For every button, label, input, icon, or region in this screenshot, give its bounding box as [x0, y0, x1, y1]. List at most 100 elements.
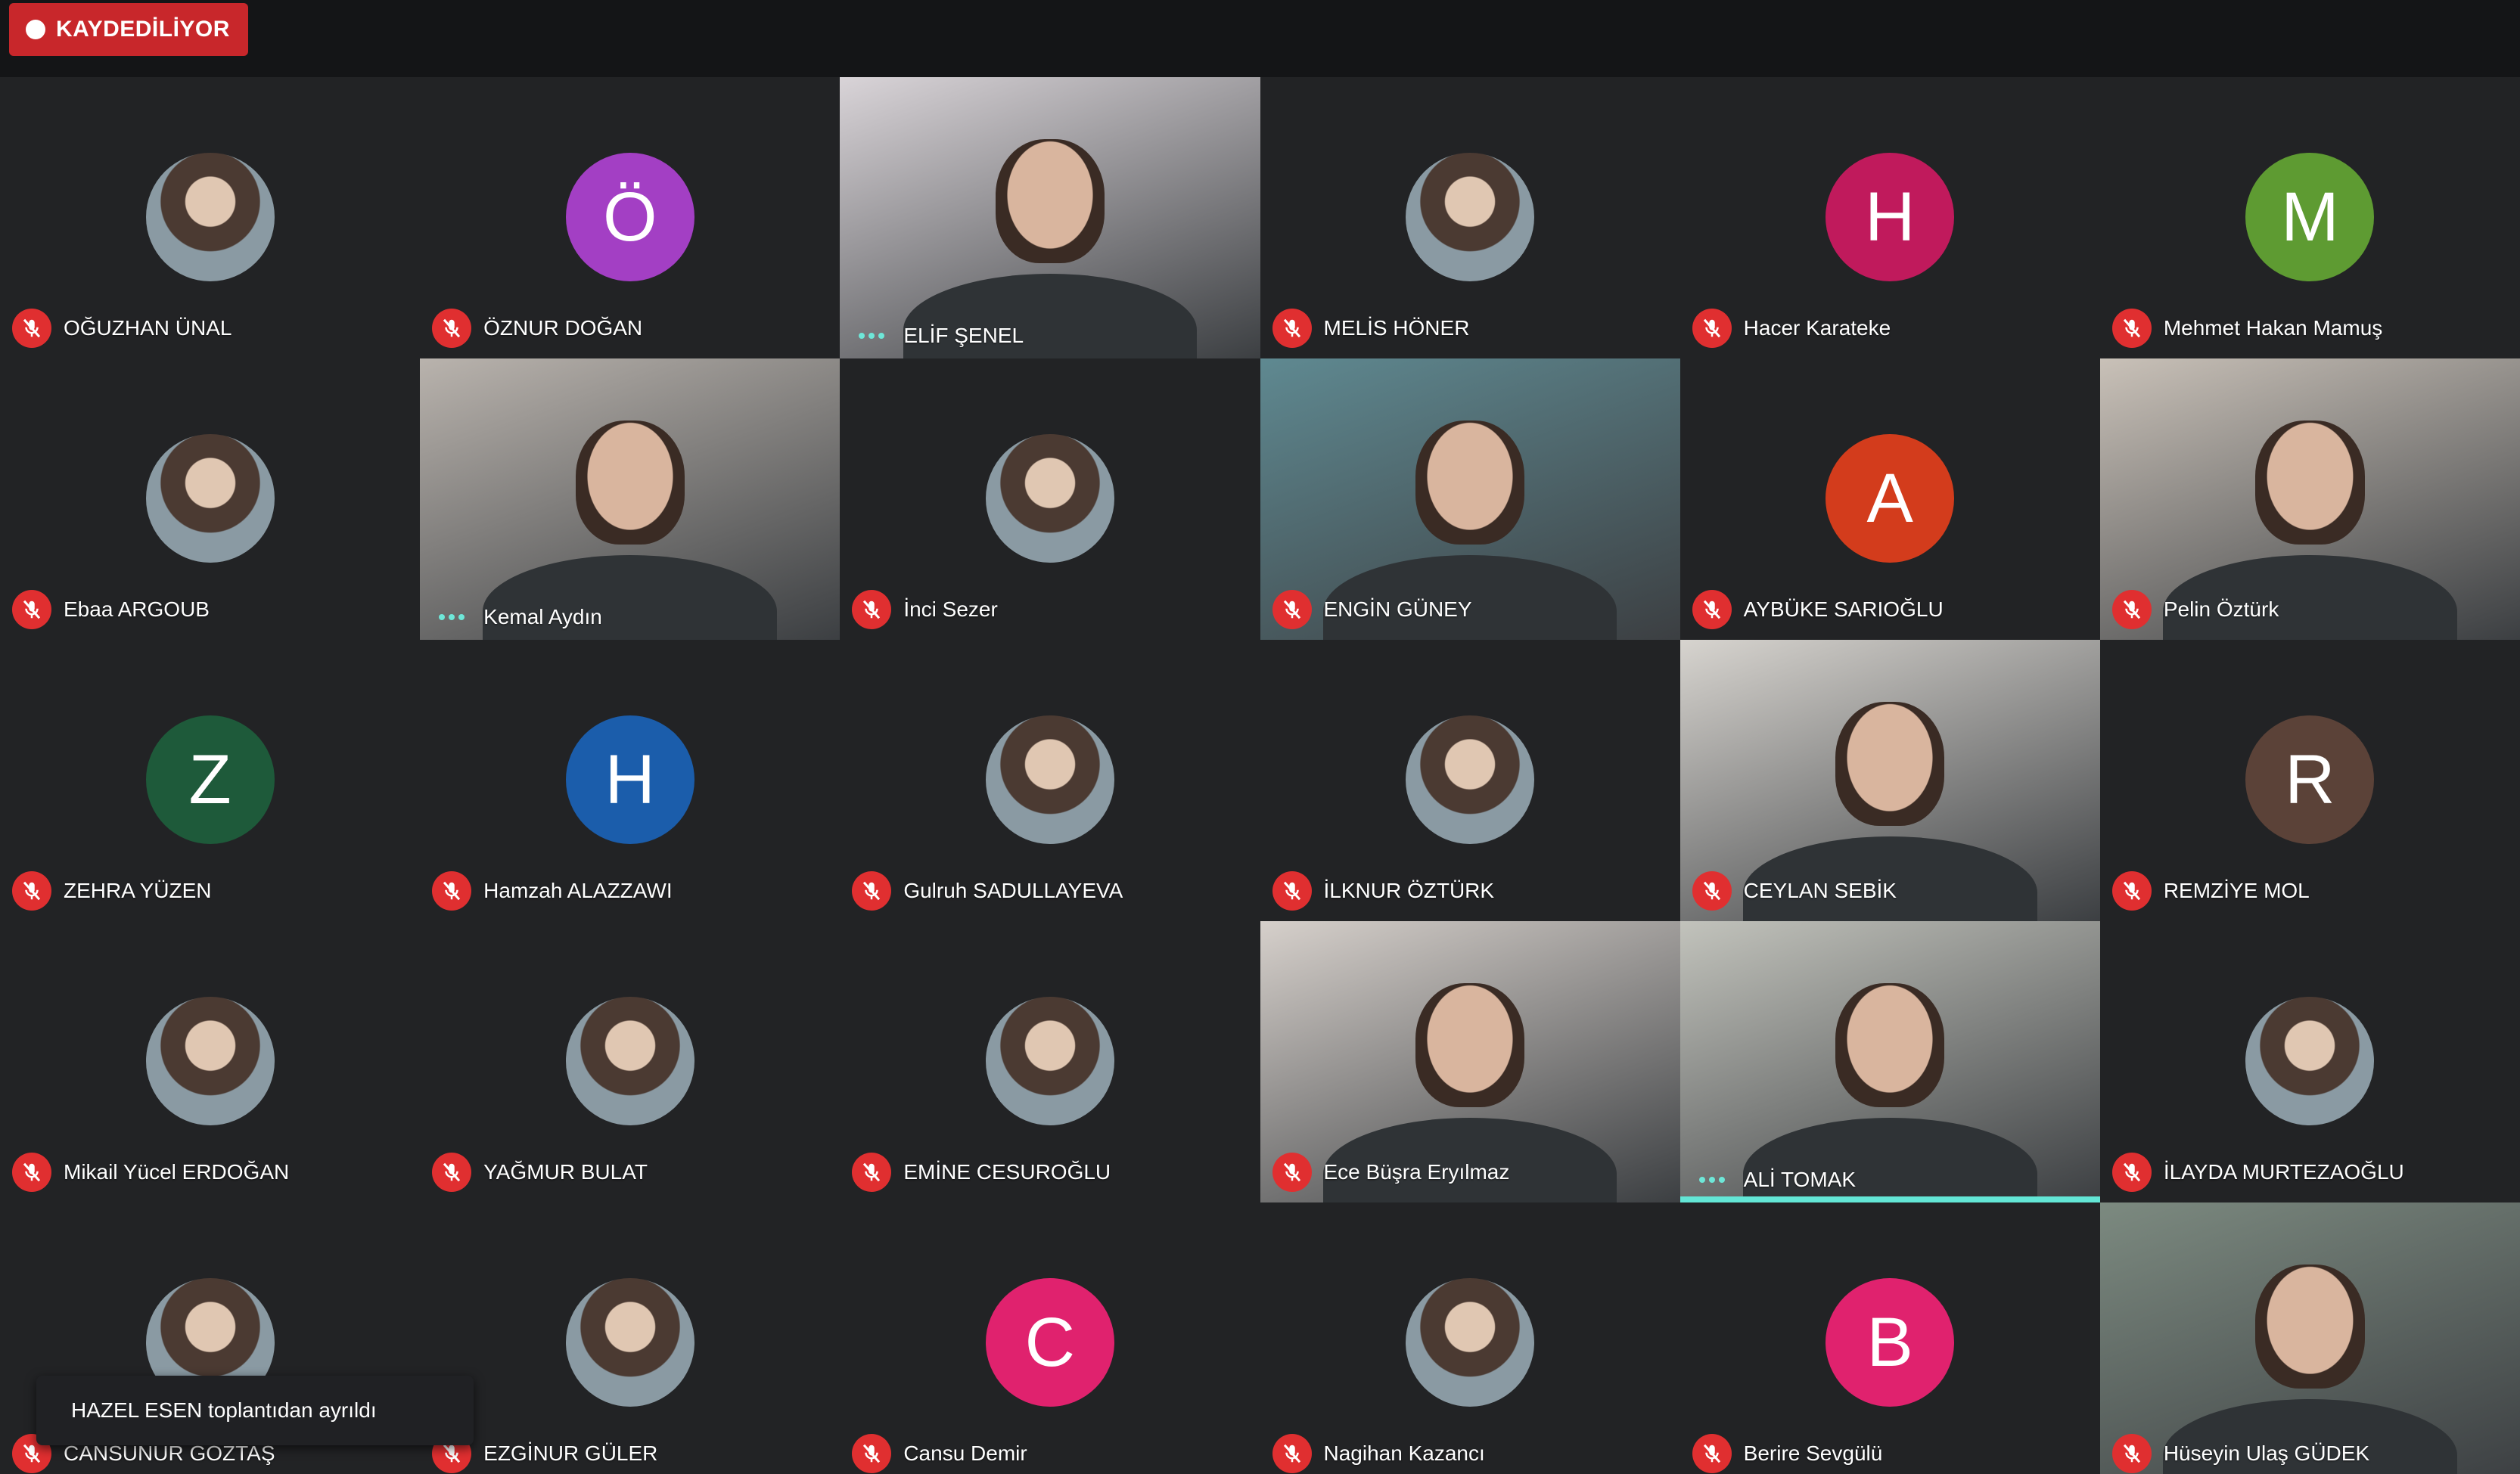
participant-tile[interactable]: Ö ÖZNUR DOĞAN	[420, 77, 841, 358]
participant-name: İnci Sezer	[903, 597, 998, 621]
mic-muted-icon	[1272, 1434, 1312, 1473]
video-person-head	[2255, 420, 2365, 545]
participant-name: Cansu Demir	[903, 1441, 1027, 1465]
record-dot-icon	[26, 20, 45, 39]
participant-tile[interactable]: Mikail Yücel ERDOĞAN	[0, 921, 421, 1202]
participant-tile[interactable]: H Hamzah ALAZZAWI	[420, 640, 841, 921]
talking-indicator-icon	[852, 333, 891, 339]
participant-name-row: CEYLAN SEBİK	[1692, 871, 1897, 911]
participant-avatar	[985, 434, 1114, 563]
participant-name: Berire Sevgülü	[1743, 1441, 1883, 1465]
participant-avatar	[565, 1278, 694, 1407]
participant-avatar: Ö	[565, 153, 694, 281]
mic-muted-icon	[432, 871, 472, 911]
participant-tile[interactable]: Pelin Öztürk	[2099, 358, 2520, 640]
participant-name: ELİF ŞENEL	[903, 324, 1024, 347]
recording-badge[interactable]: KAYDEDİLİYOR	[9, 3, 248, 56]
participant-tile[interactable]: Nagihan Kazancı	[1260, 1202, 1680, 1474]
participant-name-row: AYBÜKE SARIOĞLU	[1692, 590, 1944, 629]
participant-grid: OĞUZHAN ÜNAL Ö ÖZNUR DOĞAN ELİF ŞENEL MELİS …	[0, 77, 2520, 1474]
mic-muted-icon	[2111, 1434, 2152, 1473]
participant-name: İLKNUR ÖZTÜRK	[1323, 879, 1495, 902]
participant-tile[interactable]: YAĞMUR BULAT	[420, 921, 841, 1202]
mic-muted-icon	[1692, 590, 1732, 629]
participant-name-row: Ebaa ARGOUB	[12, 590, 210, 629]
participant-tile[interactable]: C Cansu Demir	[840, 1202, 1260, 1474]
participant-tile[interactable]: Ebaa ARGOUB	[0, 358, 421, 640]
participant-tile[interactable]: R REMZİYE MOL	[2099, 640, 2520, 921]
participant-tile[interactable]: Hüseyin Ulaş GÜDEK	[2099, 1202, 2520, 1474]
participant-name-row: OĞUZHAN ÜNAL	[12, 309, 231, 348]
participant-name: Pelin Öztürk	[2163, 597, 2279, 621]
recording-label: KAYDEDİLİYOR	[56, 17, 230, 42]
participant-name-row: Hüseyin Ulaş GÜDEK	[2111, 1434, 2370, 1473]
participant-tile[interactable]: MELİS HÖNER	[1260, 77, 1680, 358]
mic-muted-icon	[2111, 590, 2152, 629]
participant-name: Ebaa ARGOUB	[64, 597, 210, 621]
participant-avatar	[1406, 1278, 1535, 1407]
video-person-head	[1835, 701, 1945, 826]
participant-tile[interactable]: CEYLAN SEBİK	[1679, 640, 2100, 921]
talking-indicator-icon	[1692, 1177, 1732, 1183]
participant-name-row: Pelin Öztürk	[2111, 590, 2279, 629]
participant-tile[interactable]: ELİF ŞENEL	[840, 77, 1260, 358]
participant-tile[interactable]: M Mehmet Hakan Mamuş	[2099, 77, 2520, 358]
participant-name: Ece Büşra Eryılmaz	[1323, 1160, 1510, 1184]
participant-avatar: C	[985, 1278, 1114, 1407]
participant-name: CEYLAN SEBİK	[1743, 879, 1897, 902]
participant-name-row: Berire Sevgülü	[1692, 1434, 1883, 1473]
video-person-head	[575, 420, 685, 545]
participant-tile[interactable]: A AYBÜKE SARIOĞLU	[1679, 358, 2100, 640]
mic-muted-icon	[1272, 309, 1312, 348]
participant-avatar	[1406, 715, 1535, 844]
participant-tile[interactable]: Kemal Aydın	[420, 358, 841, 640]
participant-video	[420, 358, 841, 640]
video-person-head	[1835, 982, 1945, 1107]
participant-name-row: ZEHRA YÜZEN	[12, 871, 212, 911]
participant-avatar: H	[1826, 153, 1955, 281]
participant-tile[interactable]: H Hacer Karateke	[1679, 77, 2100, 358]
participant-tile[interactable]: ENGİN GÜNEY	[1260, 358, 1680, 640]
participant-avatar	[145, 997, 275, 1125]
participant-avatar	[985, 997, 1114, 1125]
mic-muted-icon	[12, 590, 51, 629]
participant-avatar: B	[1826, 1278, 1955, 1407]
participant-avatar	[2245, 997, 2375, 1125]
participant-name-row: Gulruh SADULLAYEVA	[852, 871, 1123, 911]
participant-name: Mehmet Hakan Mamuş	[2163, 316, 2383, 340]
participant-tile[interactable]: Z ZEHRA YÜZEN	[0, 640, 421, 921]
video-person-head	[2255, 1264, 2365, 1389]
participant-avatar: M	[2245, 153, 2375, 281]
participant-tile[interactable]: B Berire Sevgülü	[1679, 1202, 2100, 1474]
participant-name-row: Kemal Aydın	[432, 605, 602, 629]
participant-name-row: Ece Büşra Eryılmaz	[1272, 1153, 1510, 1192]
participant-name: Hacer Karateke	[1743, 316, 1891, 340]
participant-avatar: H	[565, 715, 694, 844]
participant-tile[interactable]: İLAYDA MURTEZAOĞLU	[2099, 921, 2520, 1202]
participant-tile[interactable]: ALİ TOMAK	[1679, 921, 2100, 1202]
participant-avatar	[1406, 153, 1535, 281]
mic-muted-icon	[1272, 871, 1312, 911]
top-bar: KAYDEDİLİYOR	[0, 0, 2520, 77]
participant-tile[interactable]: EMİNE CESUROĞLU	[840, 921, 1260, 1202]
participant-tile[interactable]: Gulruh SADULLAYEVA	[840, 640, 1260, 921]
participant-tile[interactable]: Ece Büşra Eryılmaz	[1260, 921, 1680, 1202]
participant-tile[interactable]: İnci Sezer	[840, 358, 1260, 640]
participant-name: Kemal Aydın	[483, 605, 602, 628]
participant-name: Hüseyin Ulaş GÜDEK	[2163, 1441, 2370, 1465]
participant-name-row: Nagihan Kazancı	[1272, 1434, 1485, 1473]
mic-muted-icon	[432, 309, 472, 348]
mic-muted-icon	[852, 590, 892, 629]
mic-muted-icon	[1692, 309, 1732, 348]
participant-tile[interactable]: İLKNUR ÖZTÜRK	[1260, 640, 1680, 921]
mic-muted-icon	[2111, 871, 2152, 911]
mic-muted-icon	[852, 1153, 892, 1192]
participant-tile[interactable]: EZGİNUR GÜLER	[420, 1202, 841, 1474]
participant-name: MELİS HÖNER	[1323, 316, 1470, 340]
participant-name-row: ÖZNUR DOĞAN	[432, 309, 642, 348]
participant-tile[interactable]: OĞUZHAN ÜNAL	[0, 77, 421, 358]
mic-muted-icon	[2111, 309, 2152, 348]
mic-muted-icon	[1272, 1153, 1312, 1192]
participant-name: EMİNE CESUROĞLU	[903, 1160, 1111, 1184]
mic-muted-icon	[1692, 1434, 1732, 1473]
